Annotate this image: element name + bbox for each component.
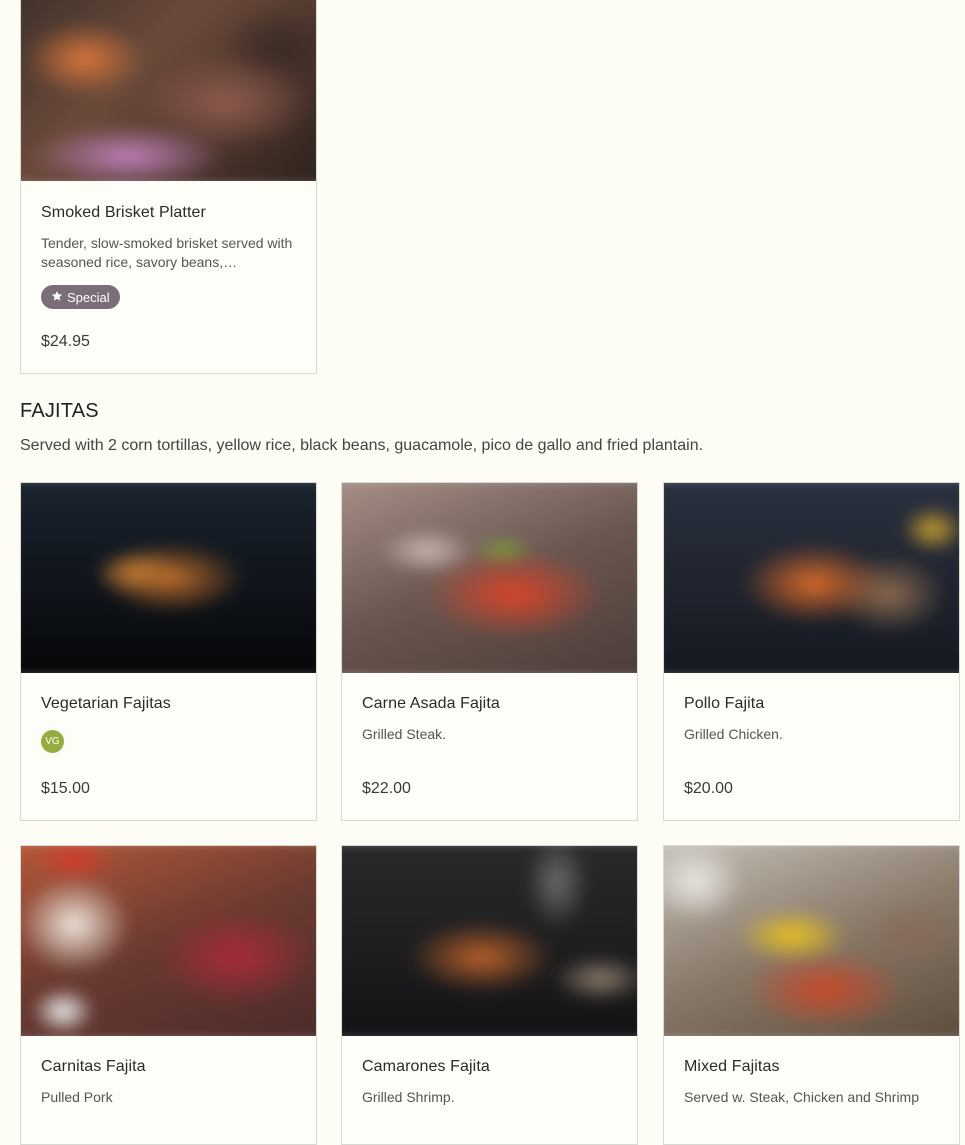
item-description: Grilled Shrimp. xyxy=(362,1089,455,1105)
special-badge: Special xyxy=(41,285,120,309)
item-title: Pollo Fajita xyxy=(684,695,765,712)
dish-photo xyxy=(21,483,316,673)
menu-item-card-mixed-fajitas[interactable]: Mixed Fajitas Served w. Steak, Chicken a… xyxy=(663,845,960,1145)
item-price: $20.00 xyxy=(684,780,733,797)
dish-photo xyxy=(21,846,316,1036)
item-description: Grilled Steak. xyxy=(362,726,447,742)
item-price: $22.00 xyxy=(362,780,411,797)
menu-item-card-pollo-fajita[interactable]: Pollo Fajita Grilled Chicken. $20.00 xyxy=(663,482,960,821)
dish-photo xyxy=(664,483,959,673)
menu-item-card-carnitas-fajita[interactable]: Carnitas Fajita Pulled Pork xyxy=(20,845,317,1145)
item-title: Carnitas Fajita xyxy=(41,1058,146,1075)
dish-photo xyxy=(342,483,637,673)
dish-photo xyxy=(342,846,637,1036)
item-description: Pulled Pork xyxy=(41,1089,113,1105)
item-price: $15.00 xyxy=(41,780,90,797)
vegetarian-badge: VG xyxy=(41,730,64,753)
item-description: Served w. Steak, Chicken and Shrimp xyxy=(684,1089,920,1105)
dish-photo xyxy=(21,0,316,181)
item-description: Grilled Chicken. xyxy=(684,726,783,742)
menu-item-card-carne-asada-fajita[interactable]: Carne Asada Fajita Grilled Steak. $22.00 xyxy=(341,482,638,821)
star-icon xyxy=(51,290,63,305)
menu-item-card-camarones-fajita[interactable]: Camarones Fajita Grilled Shrimp. xyxy=(341,845,638,1145)
menu-item-card-vegetarian-fajitas[interactable]: Vegetarian Fajitas VG $15.00 xyxy=(20,482,317,821)
menu-item-card-smoked-brisket[interactable]: Smoked Brisket Platter Tender, slow-smok… xyxy=(20,0,317,374)
section-title: FAJITAS xyxy=(20,400,99,422)
item-price: $24.95 xyxy=(41,333,90,350)
badge-label: Special xyxy=(67,289,110,305)
item-title: Carne Asada Fajita xyxy=(362,695,500,712)
item-title: Vegetarian Fajitas xyxy=(41,695,171,712)
item-description: Tender, slow-smoked brisket served with … xyxy=(41,235,293,270)
dish-photo xyxy=(664,846,959,1036)
item-title: Mixed Fajitas xyxy=(684,1058,780,1075)
section-description: Served with 2 corn tortillas, yellow ric… xyxy=(20,437,704,454)
item-title: Camarones Fajita xyxy=(362,1058,490,1075)
item-title: Smoked Brisket Platter xyxy=(41,204,206,221)
